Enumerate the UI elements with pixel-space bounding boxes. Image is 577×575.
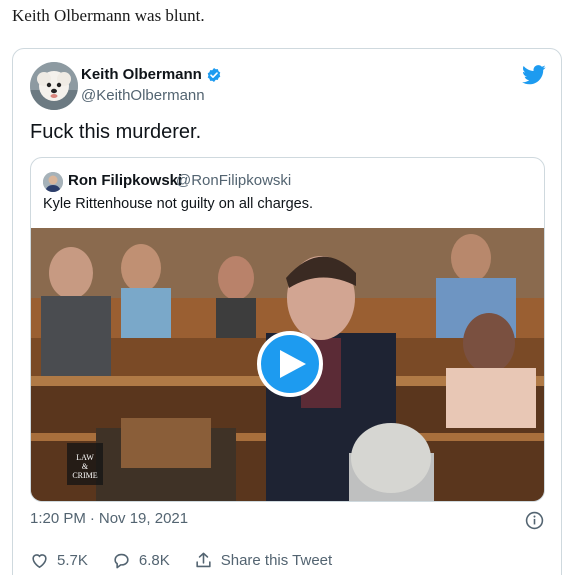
- law-and-crime-watermark: LAW & CRIME: [67, 443, 103, 485]
- like-count: 5.7K: [57, 552, 88, 569]
- tweet-date[interactable]: Nov 19, 2021: [99, 510, 188, 527]
- quoted-author-name[interactable]: Ron Filipkowski: [68, 172, 182, 189]
- info-icon[interactable]: [525, 511, 544, 530]
- twitter-bird-icon[interactable]: [522, 65, 546, 85]
- share-label[interactable]: Share this Tweet: [221, 552, 332, 569]
- verified-badge-icon: [207, 67, 221, 82]
- tweet-time[interactable]: 1:20 PM: [30, 510, 86, 527]
- tweet-text: Fuck this murderer.: [30, 121, 202, 143]
- reply-count: 6.8K: [138, 552, 170, 569]
- play-icon: [279, 350, 306, 378]
- reply-action[interactable]: 6.8K: [112, 551, 170, 570]
- author-handle[interactable]: @KeithOlbermann: [81, 87, 205, 104]
- video-player[interactable]: LAW & CRIME: [31, 228, 544, 501]
- tweet-timestamp[interactable]: 1:20 PM · Nov 19, 2021: [30, 510, 188, 527]
- timestamp-separator: ·: [89, 510, 95, 527]
- author-avatar[interactable]: [30, 62, 78, 110]
- watermark-line-2: &: [81, 462, 89, 471]
- quoted-author-avatar[interactable]: [43, 172, 63, 192]
- tweet-actions: 5.7K 6.8K Share this Tweet: [30, 551, 356, 570]
- intro-text: Keith Olbermann was blunt.: [12, 6, 205, 25]
- author-name[interactable]: Keith Olbermann: [81, 66, 222, 83]
- like-action[interactable]: 5.7K: [30, 551, 88, 570]
- quoted-author-handle[interactable]: @RonFilipkowski: [176, 172, 291, 189]
- quoted-tweet[interactable]: Ron Filipkowski @RonFilipkowski Kyle Rit…: [30, 157, 545, 502]
- heart-icon: [32, 554, 47, 569]
- play-button[interactable]: [257, 331, 323, 397]
- embedded-tweet[interactable]: Keith Olbermann @KeithOlbermann Fuck thi…: [12, 48, 562, 575]
- watermark-line-1: LAW: [76, 453, 94, 462]
- watermark-line-3: CRIME: [72, 471, 98, 480]
- author-name-text[interactable]: Keith Olbermann: [81, 66, 202, 83]
- share-action[interactable]: Share this Tweet: [194, 551, 332, 570]
- reply-icon: [114, 553, 129, 569]
- share-icon: [196, 552, 211, 568]
- quoted-tweet-text: Kyle Rittenhouse not guilty on all charg…: [43, 196, 314, 212]
